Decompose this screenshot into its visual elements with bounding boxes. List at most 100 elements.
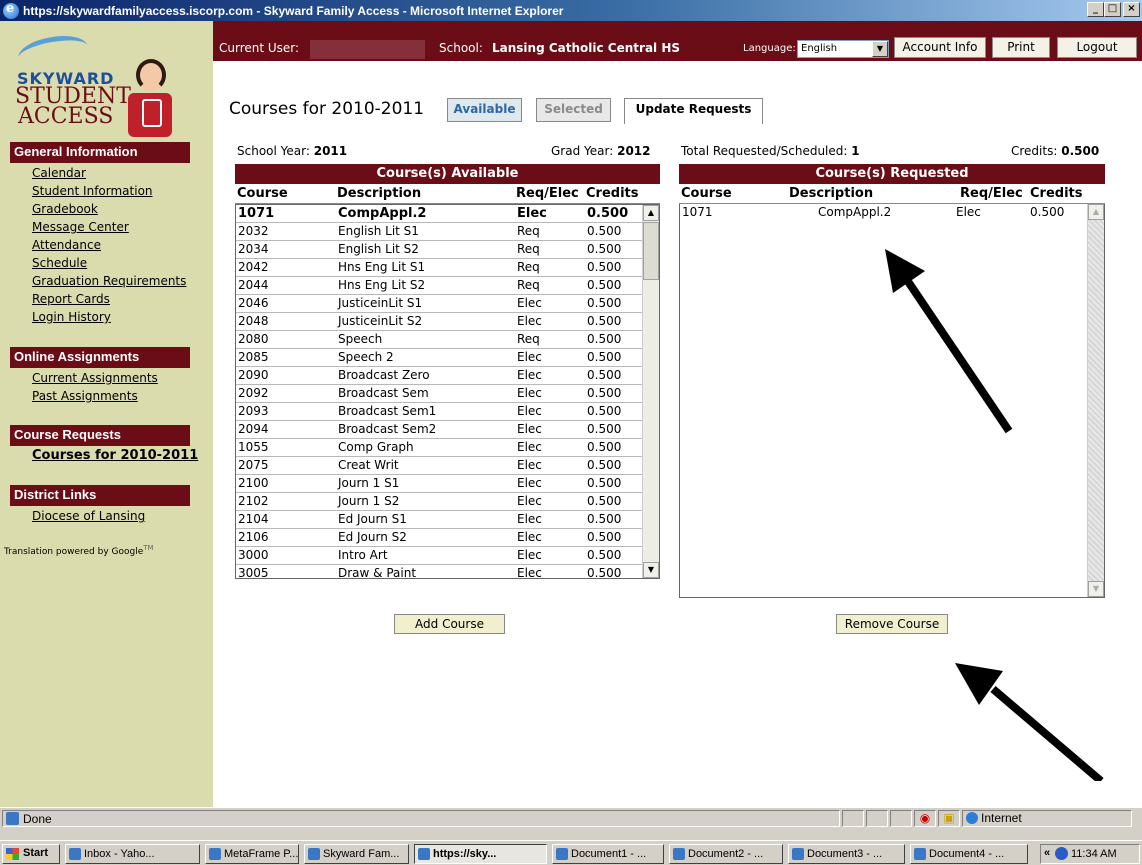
courses-available-title: Course(s) Available — [235, 164, 660, 184]
table-row[interactable]: 2042 Hns Eng Lit S1 Req 0.500 — [236, 259, 659, 277]
courses-available-list[interactable]: 1071 CompAppl.2 Elec 0.500 2032 English Lit S… — [235, 204, 660, 579]
sidebar-link[interactable]: Message Center — [32, 219, 207, 237]
table-row[interactable]: 1071 CompAppl.2 Elec 0.500 — [680, 204, 1104, 222]
table-row[interactable]: 2080 Speech Req 0.500 — [236, 331, 659, 349]
table-row[interactable]: 1071 CompAppl.2 Elec 0.500 — [236, 205, 659, 223]
taskbar-button[interactable]: MetaFrame P... — [205, 844, 299, 864]
cell-description: Ed Journ S1 — [338, 512, 407, 526]
sidebar-link[interactable]: Schedule — [32, 255, 207, 273]
clock: 11:34 AM — [1071, 848, 1117, 860]
cell-credits: 0.500 — [587, 260, 622, 274]
sidebar-link[interactable]: Courses for 2010-2011 — [32, 448, 207, 466]
cell-credits: 0.500 — [587, 278, 622, 292]
sidebar-link[interactable]: Diocese of Lansing — [32, 508, 207, 526]
taskbar-button[interactable]: Document3 - ... — [788, 844, 905, 864]
cell-course: 2046 — [238, 296, 269, 310]
cell-course: 3005 — [238, 566, 269, 579]
table-row[interactable]: 2085 Speech 2 Elec 0.500 — [236, 349, 659, 367]
sidebar-link[interactable]: Report Cards — [32, 291, 207, 309]
sidebar-link[interactable]: Gradebook — [32, 201, 207, 219]
cell-course: 1071 — [682, 205, 713, 219]
sidebar-link[interactable]: Current Assignments — [32, 370, 207, 388]
scroll-thumb[interactable] — [643, 222, 659, 280]
girl-head — [136, 59, 166, 91]
cell-description: CompAppl.2 — [338, 206, 427, 221]
sidebar-link[interactable]: Login History — [32, 309, 207, 327]
close-button[interactable]: × — [1123, 2, 1140, 17]
scroll-up-icon[interactable]: ▲ — [1088, 204, 1104, 220]
cell-reqelec: Req — [517, 224, 540, 238]
sidebar-link[interactable]: Student Information — [32, 183, 207, 201]
table-row[interactable]: 2104 Ed Journ S1 Elec 0.500 — [236, 511, 659, 529]
start-button[interactable]: Start — [2, 844, 60, 864]
sidebar-link[interactable]: Graduation Requirements — [32, 273, 207, 291]
account-info-button[interactable]: Account Info — [894, 37, 986, 58]
language-label: Language: — [743, 43, 796, 54]
table-row[interactable]: 1055 Comp Graph Elec 0.500 — [236, 439, 659, 457]
available-scrollbar[interactable]: ▲ ▼ — [642, 205, 659, 578]
add-course-button[interactable]: Add Course — [394, 614, 505, 634]
school-name: Lansing Catholic Central HS — [492, 41, 681, 55]
taskbar-button[interactable]: https://sky... — [414, 844, 547, 864]
table-row[interactable]: 3000 Intro Art Elec 0.500 — [236, 547, 659, 565]
table-row[interactable]: 2102 Journ 1 S2 Elec 0.500 — [236, 493, 659, 511]
requested-rows: 1071 CompAppl.2 Elec 0.500 — [680, 204, 1104, 222]
print-button[interactable]: Print — [992, 37, 1050, 58]
table-row[interactable]: 2075 Creat Writ Elec 0.500 — [236, 457, 659, 475]
sidebar-link[interactable]: Past Assignments — [32, 388, 207, 406]
cell-credits: 0.500 — [587, 494, 622, 508]
lock-icon[interactable]: ▣ — [938, 810, 960, 827]
tab-update-requests[interactable]: Update Requests — [624, 98, 763, 124]
cell-course: 2044 — [238, 278, 269, 292]
sidebar: SKYWARD STUDENT ACCESS General Informati… — [0, 21, 213, 807]
taskbar-button[interactable]: Document2 - ... — [669, 844, 783, 864]
table-row[interactable]: 2046 JusticeinLit S1 Elec 0.500 — [236, 295, 659, 313]
sidebar-link[interactable]: Calendar — [32, 165, 207, 183]
tab-selected[interactable]: Selected — [536, 98, 611, 122]
taskbar-button[interactable]: Inbox - Yaho... — [65, 844, 200, 864]
cell-credits: 0.500 — [587, 404, 622, 418]
table-row[interactable]: 2093 Broadcast Sem1 Elec 0.500 — [236, 403, 659, 421]
taskbar-button[interactable]: Document1 - ... — [552, 844, 664, 864]
table-row[interactable]: 2092 Broadcast Sem Elec 0.500 — [236, 385, 659, 403]
table-row[interactable]: 2044 Hns Eng Lit S2 Req 0.500 — [236, 277, 659, 295]
globe-icon — [966, 812, 978, 824]
cell-course: 2093 — [238, 404, 269, 418]
cell-course: 1055 — [238, 440, 269, 454]
language-select[interactable]: English ▼ — [797, 40, 889, 58]
arrow-to-remove-button — [955, 663, 1104, 781]
cell-description: Broadcast Zero — [338, 368, 430, 382]
cell-course: 2104 — [238, 512, 269, 526]
table-row[interactable]: 3005 Draw & Paint Elec 0.500 — [236, 565, 659, 579]
tray-expand-icon[interactable]: « — [1044, 847, 1050, 859]
logo-swoosh — [15, 31, 91, 73]
cell-course: 2080 — [238, 332, 269, 346]
cell-credits: 0.500 — [587, 368, 622, 382]
page-title: Courses for 2010-2011 — [229, 99, 425, 119]
scroll-up-icon[interactable]: ▲ — [643, 205, 659, 221]
taskbar-button[interactable]: Skyward Fam... — [304, 844, 409, 864]
table-row[interactable]: 2034 English Lit S2 Req 0.500 — [236, 241, 659, 259]
maximize-button[interactable]: □ — [1104, 2, 1121, 17]
privacy-icon[interactable]: ◉ — [914, 810, 936, 827]
cell-credits: 0.500 — [587, 386, 622, 400]
sidebar-link[interactable]: Attendance — [32, 237, 207, 255]
logout-button[interactable]: Logout — [1057, 37, 1137, 58]
table-row[interactable]: 2100 Journ 1 S1 Elec 0.500 — [236, 475, 659, 493]
status-cell — [890, 810, 912, 827]
cell-reqelec: Req — [517, 278, 540, 292]
requested-column-headers: Course Description Req/Elec Credits — [679, 184, 1105, 204]
tab-available[interactable]: Available — [447, 98, 522, 122]
table-row[interactable]: 2032 English Lit S1 Req 0.500 — [236, 223, 659, 241]
total-requested: Total Requested/Scheduled: 1 — [681, 144, 860, 158]
scroll-down-icon[interactable]: ▼ — [643, 562, 659, 578]
cell-description: Hns Eng Lit S2 — [338, 278, 426, 292]
taskbar-button[interactable]: Document4 - ... — [910, 844, 1028, 864]
table-row[interactable]: 2090 Broadcast Zero Elec 0.500 — [236, 367, 659, 385]
table-row[interactable]: 2094 Broadcast Sem2 Elec 0.500 — [236, 421, 659, 439]
table-row[interactable]: 2048 JusticeinLit S2 Elec 0.500 — [236, 313, 659, 331]
minimize-button[interactable]: _ — [1087, 2, 1104, 17]
help-icon[interactable] — [1055, 847, 1068, 860]
table-row[interactable]: 2106 Ed Journ S2 Elec 0.500 — [236, 529, 659, 547]
arrow-to-requested-list — [885, 249, 1013, 434]
